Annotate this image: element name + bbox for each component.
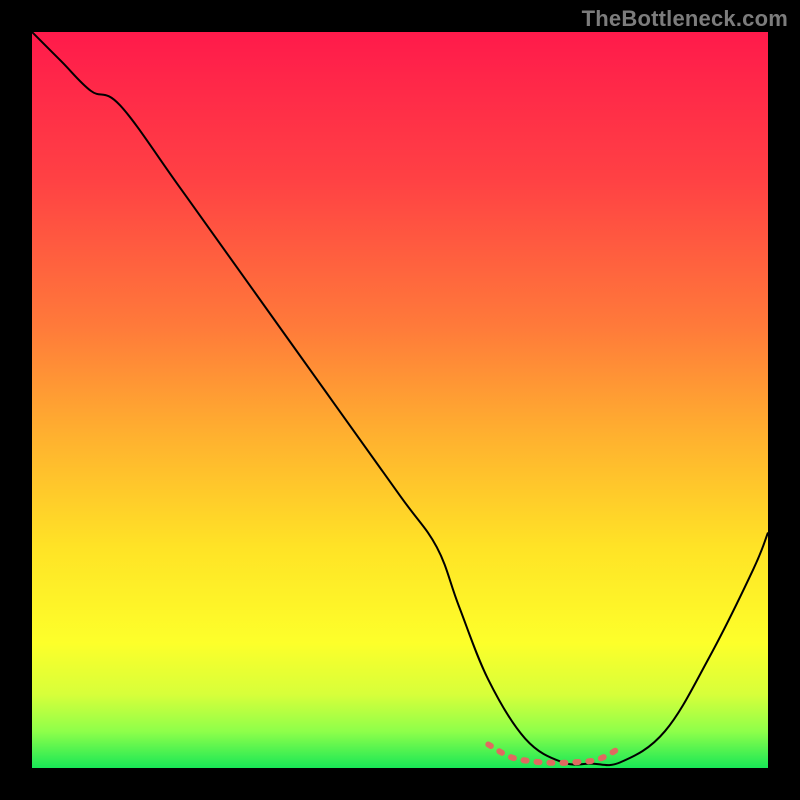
bottleneck-chart [32, 32, 768, 768]
watermark-text: TheBottleneck.com [582, 6, 788, 32]
chart-background [32, 32, 768, 768]
chart-container [32, 32, 768, 768]
